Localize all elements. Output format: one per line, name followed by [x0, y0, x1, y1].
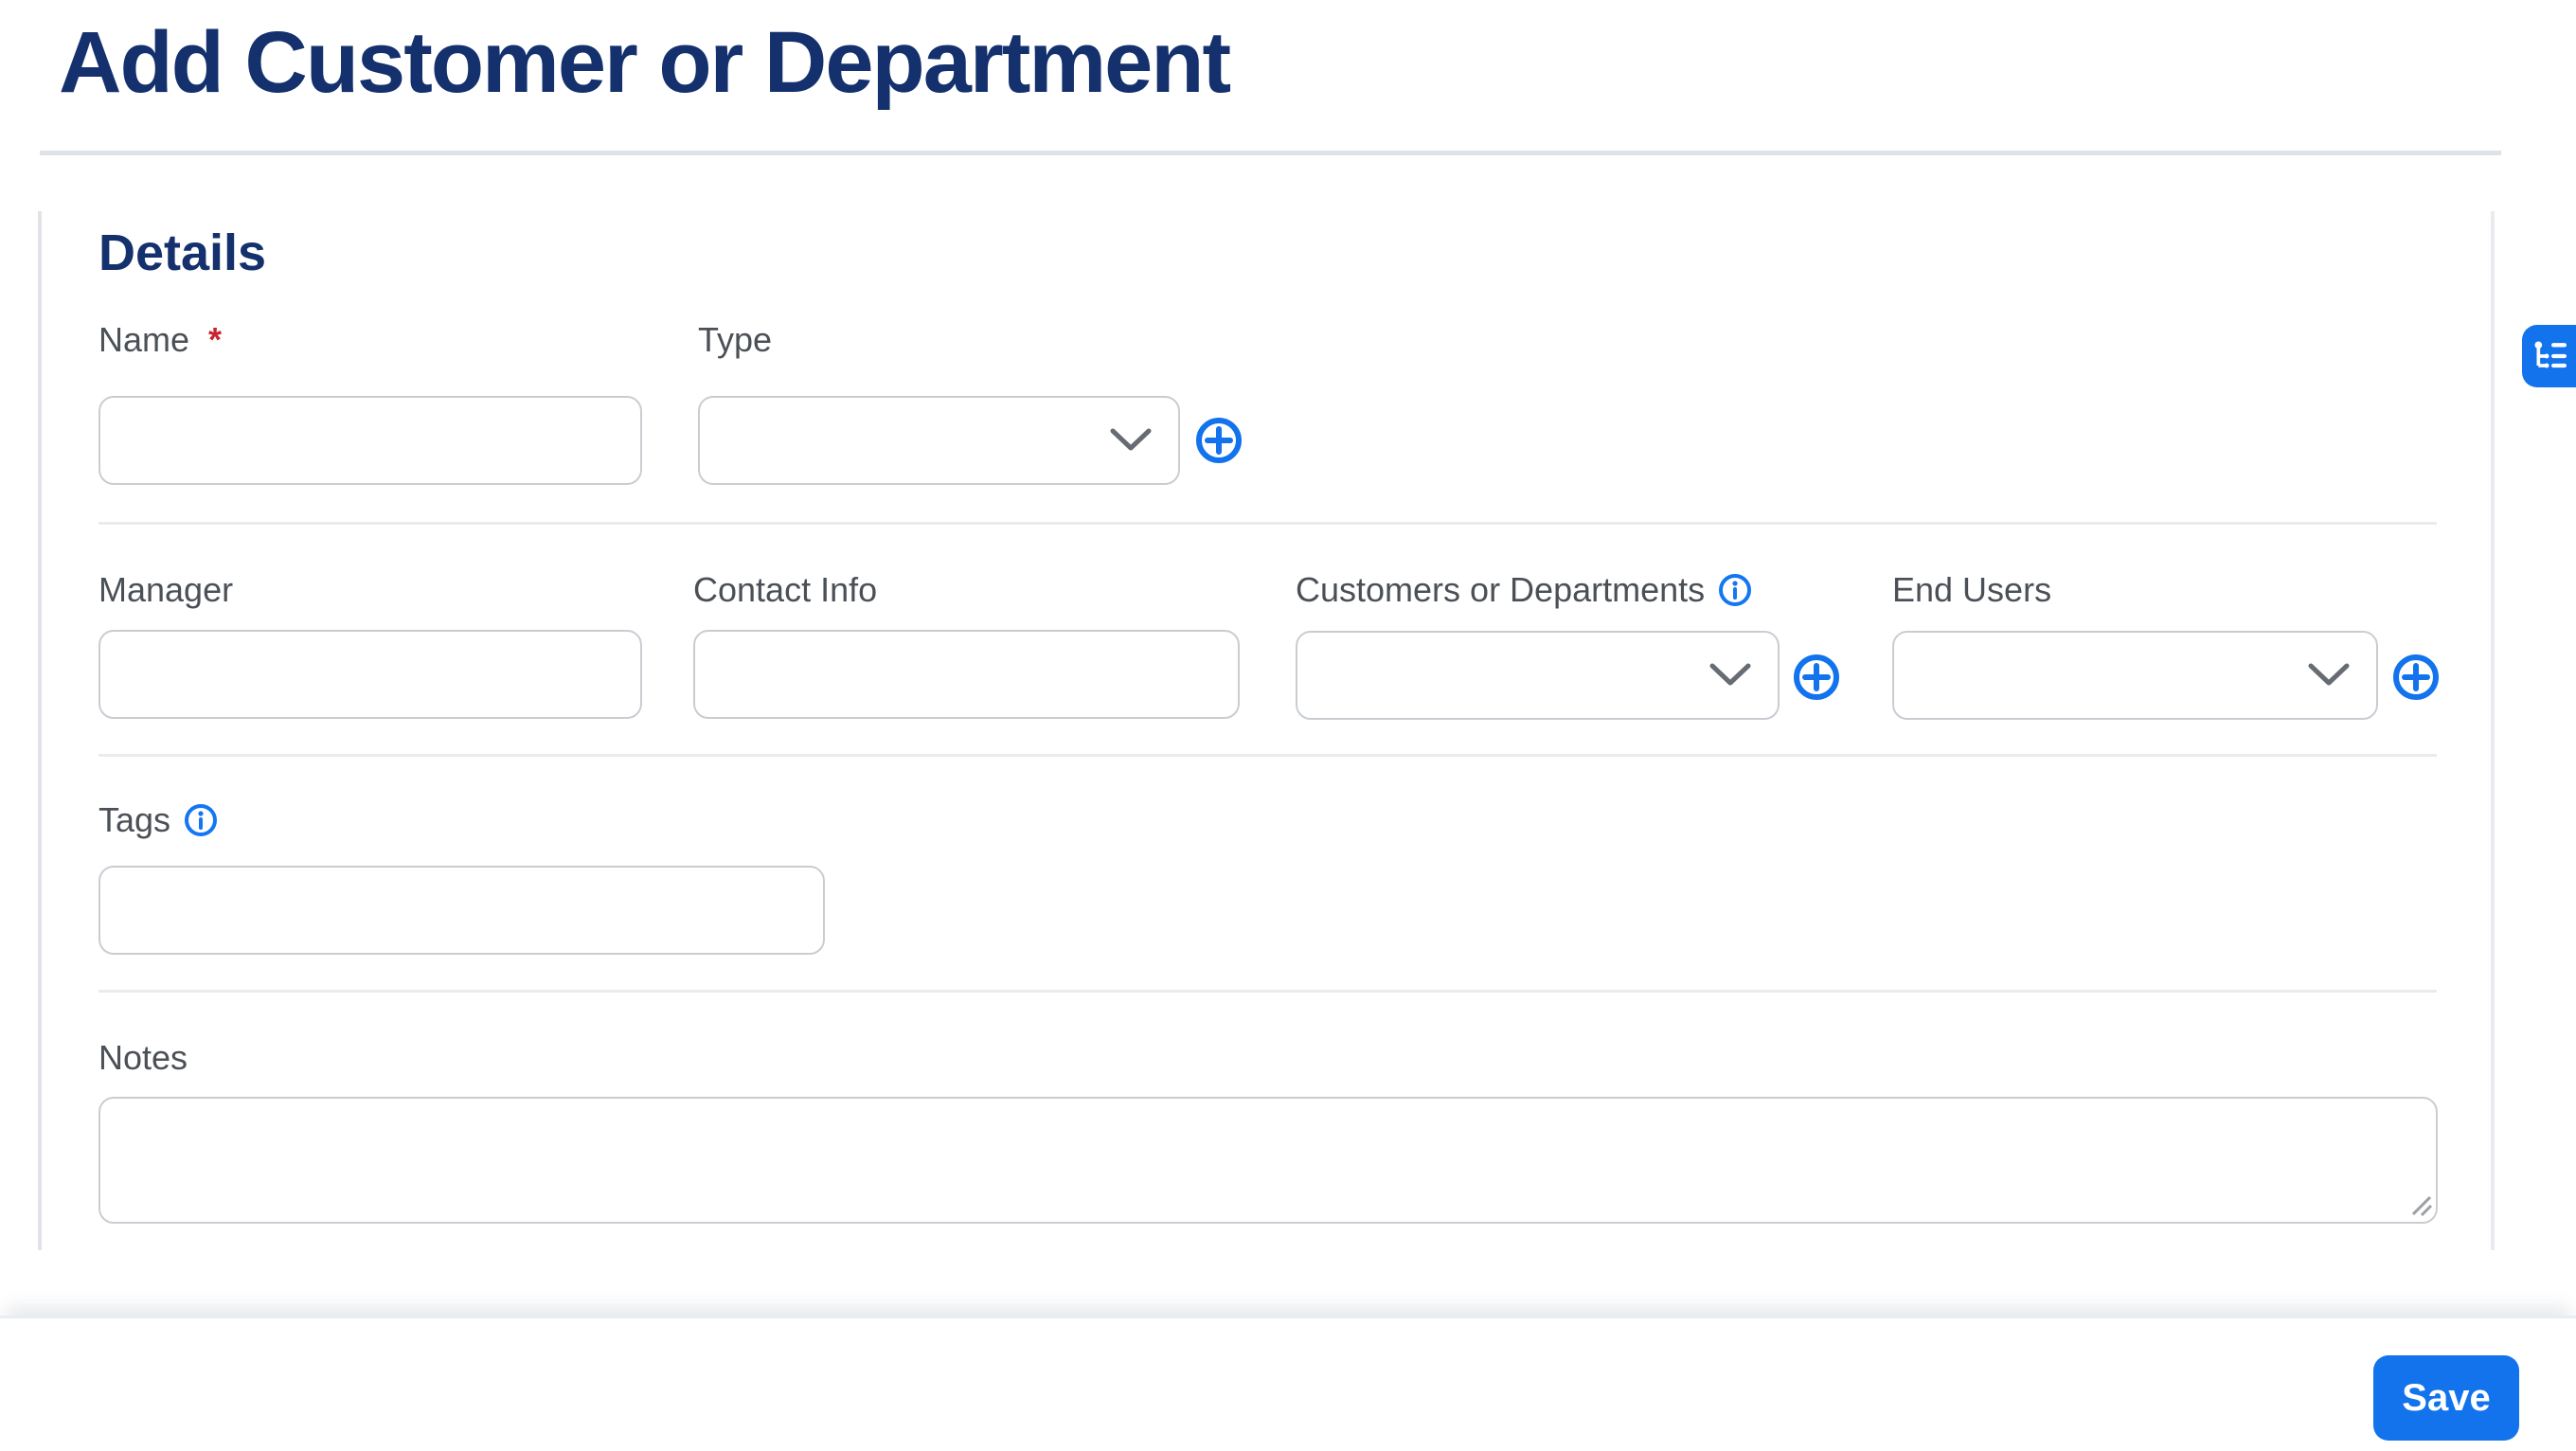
add-customer-page: Add Customer or Department Details Name*…	[0, 0, 2576, 1451]
required-marker: *	[208, 318, 222, 362]
chevron-down-icon	[1709, 663, 1751, 688]
save-button[interactable]: Save	[2373, 1355, 2519, 1441]
title-divider	[40, 151, 2501, 155]
customers-or-departments-select[interactable]	[1296, 631, 1780, 720]
add-end-user-button[interactable]	[2392, 654, 2440, 701]
name-input[interactable]	[98, 396, 642, 485]
tags-input[interactable]	[98, 866, 825, 955]
tree-view-button[interactable]	[2522, 325, 2576, 387]
add-type-button[interactable]	[1195, 417, 1243, 464]
manager-label: Manager	[98, 568, 233, 612]
notes-textarea[interactable]	[98, 1097, 2438, 1224]
page-title: Add Customer or Department	[59, 2, 1229, 144]
add-customer-or-department-button[interactable]	[1793, 654, 1840, 701]
type-label: Type	[698, 318, 772, 362]
chevron-down-icon	[2308, 663, 2350, 688]
plus-circle-icon	[1195, 417, 1243, 464]
footer-bar: Save	[0, 1316, 2576, 1451]
plus-circle-icon	[1793, 654, 1840, 701]
customers-or-departments-label: Customers or Departments	[1296, 568, 1752, 612]
info-icon[interactable]	[1718, 573, 1752, 607]
end-users-select[interactable]	[1892, 631, 2378, 720]
details-card	[38, 211, 2495, 1250]
section-heading-details: Details	[98, 222, 266, 284]
info-icon[interactable]	[184, 803, 218, 837]
row-divider	[98, 754, 2437, 757]
contact-info-input[interactable]	[693, 630, 1240, 719]
name-label: Name*	[98, 318, 222, 362]
row-divider	[98, 522, 2437, 525]
plus-circle-icon	[2392, 654, 2440, 701]
tree-view-icon	[2531, 337, 2568, 375]
chevron-down-icon	[1110, 428, 1152, 453]
type-select[interactable]	[698, 396, 1180, 485]
tags-label: Tags	[98, 798, 218, 842]
end-users-label: End Users	[1892, 568, 2051, 612]
manager-input[interactable]	[98, 630, 642, 719]
notes-label: Notes	[98, 1036, 188, 1080]
row-divider	[98, 990, 2437, 993]
contact-info-label: Contact Info	[693, 568, 877, 612]
